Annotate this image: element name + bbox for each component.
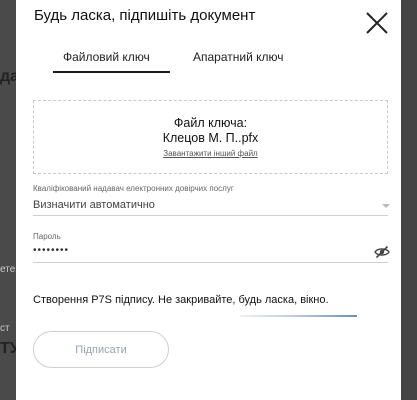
active-tab-indicator [53, 71, 170, 73]
background-text-fragment: ете [0, 264, 16, 275]
signing-progress-bar [240, 315, 357, 317]
key-file-drop-zone[interactable]: Файл ключа: Клецов М. П..pfx Завантажити… [33, 100, 388, 174]
background-text-fragment: ст [0, 323, 10, 334]
background-heading-fragment: ТУ [0, 340, 16, 357]
upload-another-file-link[interactable]: Завантажити інший файл [34, 149, 387, 158]
tab-file-key[interactable]: Файловий ключ [63, 50, 150, 64]
tab-hardware-key[interactable]: Апаратний ключ [193, 50, 284, 64]
password-field[interactable]: •••••••• [33, 242, 390, 263]
background-page: да ете ст ТУ [0, 0, 16, 400]
close-button[interactable] [362, 8, 392, 38]
sign-document-dialog: Будь ласка, підпишіть документ Файловий … [16, 0, 401, 400]
key-file-name: Клецов М. П..pfx [162, 131, 259, 145]
background-heading-fragment: да [0, 68, 16, 85]
dialog-title: Будь ласка, підпишіть документ [34, 7, 256, 24]
provider-select[interactable]: Визначити автоматично [33, 195, 390, 216]
background-page-right [401, 0, 417, 400]
close-icon [366, 12, 388, 34]
provider-selected-value: Визначити автоматично [33, 199, 155, 211]
sign-button[interactable]: Підписати [33, 331, 169, 368]
signing-status-text: Створення P7S підпису. Не закривайте, бу… [33, 294, 329, 306]
password-label: Пароль [33, 232, 61, 241]
chevron-down-icon [382, 204, 390, 208]
eye-off-icon[interactable] [374, 244, 390, 260]
provider-label: Кваліфікований надавач електронних довір… [33, 184, 234, 193]
password-masked-value: •••••••• [33, 245, 70, 256]
key-file-label: Файл ключа: [173, 116, 248, 130]
